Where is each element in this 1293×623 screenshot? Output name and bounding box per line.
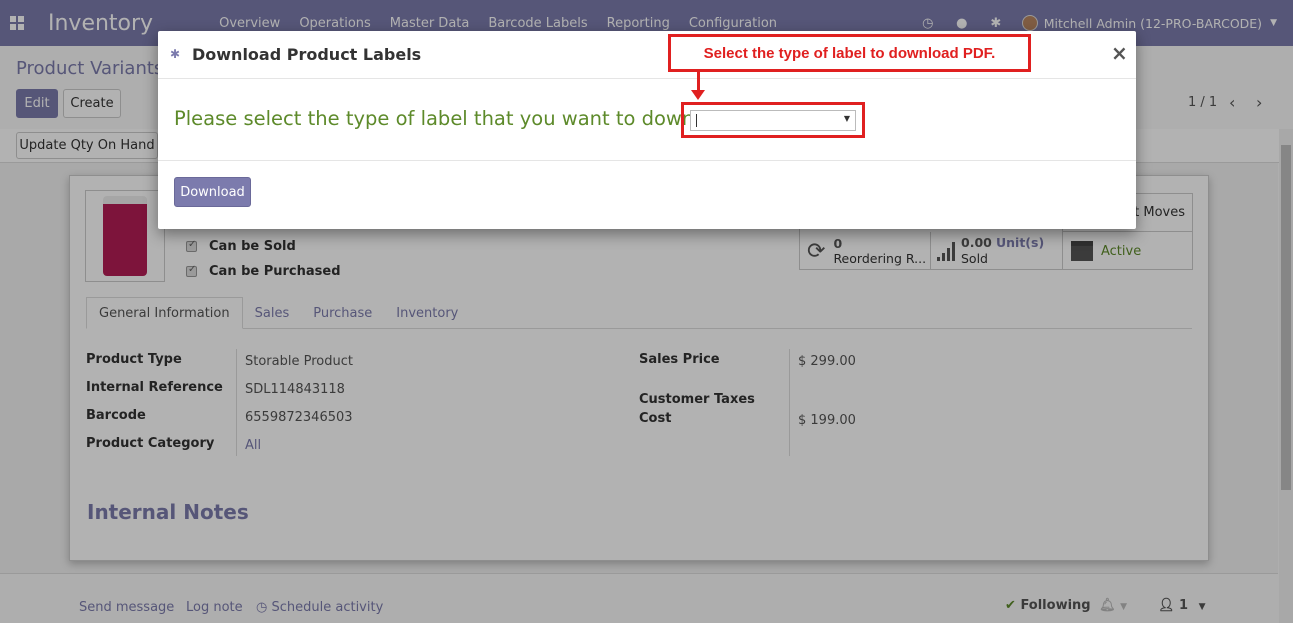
dialog-footer (158, 160, 1136, 229)
dialog-prompt: Please select the type of label that you… (174, 107, 736, 130)
annotation-highlight-box (681, 102, 865, 138)
annotation-arrow-head (691, 90, 705, 100)
annotation-arrow (697, 72, 700, 92)
annotation-callout: Select the type of label to download PDF… (668, 34, 1031, 72)
dialog-title: Download Product Labels (192, 45, 422, 64)
download-button[interactable]: Download (174, 177, 251, 207)
close-icon[interactable]: × (1111, 41, 1128, 65)
bug-icon: ✱ (170, 47, 181, 61)
